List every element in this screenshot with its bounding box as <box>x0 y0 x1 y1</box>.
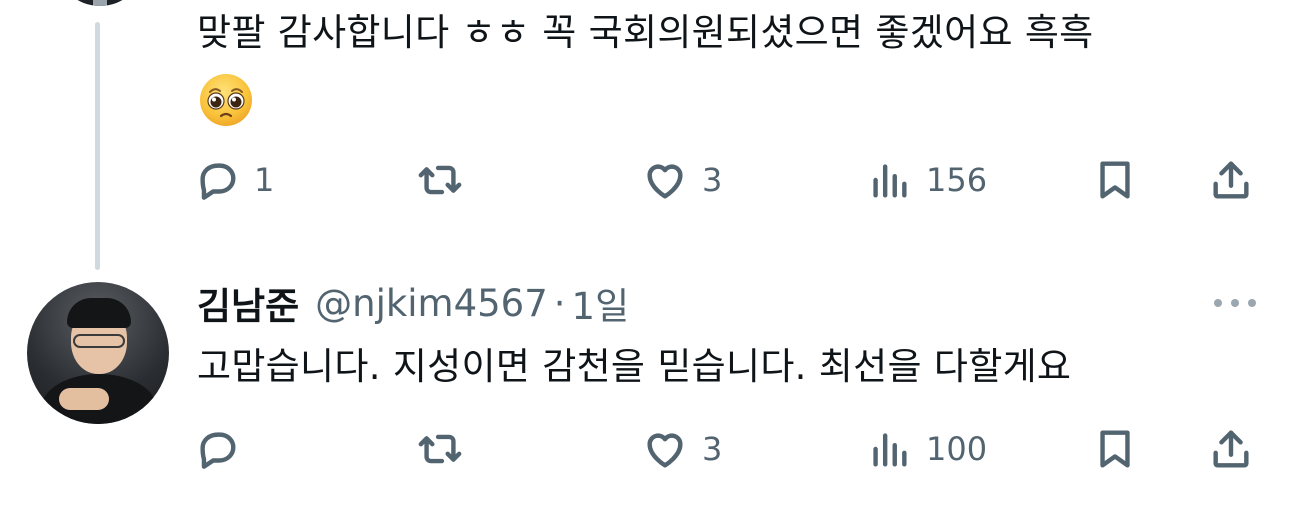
bookmark-icon <box>1100 430 1130 468</box>
views-button[interactable]: 100 <box>866 422 987 476</box>
avatar[interactable] <box>27 282 169 424</box>
separator-dot: · <box>553 281 566 325</box>
thread-connector-line <box>95 22 100 270</box>
reply-icon <box>200 163 236 200</box>
like-count: 3 <box>702 430 723 468</box>
pleading-face-emoji <box>200 74 252 126</box>
views-icon <box>873 164 907 198</box>
views-button[interactable]: 156 <box>866 153 987 207</box>
user-handle[interactable]: @njkim4567 <box>315 282 548 325</box>
share-icon <box>1213 161 1249 199</box>
tweet-header: 김남준 @njkim4567 · 1일 <box>197 276 629 330</box>
like-icon <box>647 164 683 199</box>
share-icon <box>1213 430 1249 468</box>
tweet-actions: 3 100 <box>0 422 1290 476</box>
share-button[interactable] <box>1208 153 1254 207</box>
timestamp[interactable]: 1일 <box>572 276 630 330</box>
share-button[interactable] <box>1208 422 1254 476</box>
like-icon <box>647 433 683 468</box>
retweet-button[interactable] <box>417 422 463 476</box>
like-count: 3 <box>702 161 723 199</box>
reply-icon <box>200 432 236 469</box>
views-icon <box>873 433 907 467</box>
reply-count: 1 <box>254 161 275 199</box>
bookmark-button[interactable] <box>1092 422 1138 476</box>
bookmark-button[interactable] <box>1092 153 1138 207</box>
reply-button[interactable]: 1 <box>194 153 274 207</box>
like-button[interactable]: 3 <box>642 422 722 476</box>
more-icon <box>1214 299 1222 307</box>
previous-tweet-text: 맞팔 감사합니다 ㅎㅎ 꼭 국회의원되셨으면 좋겠어요 흑흑 <box>197 11 1094 54</box>
retweet-button[interactable] <box>417 153 463 207</box>
retweet-icon <box>418 434 462 464</box>
previous-avatar[interactable] <box>55 0 145 6</box>
display-name[interactable]: 김남준 <box>197 276 299 330</box>
views-count: 156 <box>926 161 988 199</box>
previous-tweet-actions: 1 3 156 <box>0 153 1290 207</box>
bookmark-icon <box>1100 161 1130 199</box>
reply-button[interactable] <box>194 422 240 476</box>
retweet-icon <box>418 165 462 195</box>
like-button[interactable]: 3 <box>642 153 722 207</box>
tweet-text: 고맙습니다. 지성이면 감천을 믿습니다. 최선을 다할게요 <box>197 345 1072 388</box>
more-options-button[interactable] <box>1212 290 1258 316</box>
views-count: 100 <box>926 430 988 468</box>
